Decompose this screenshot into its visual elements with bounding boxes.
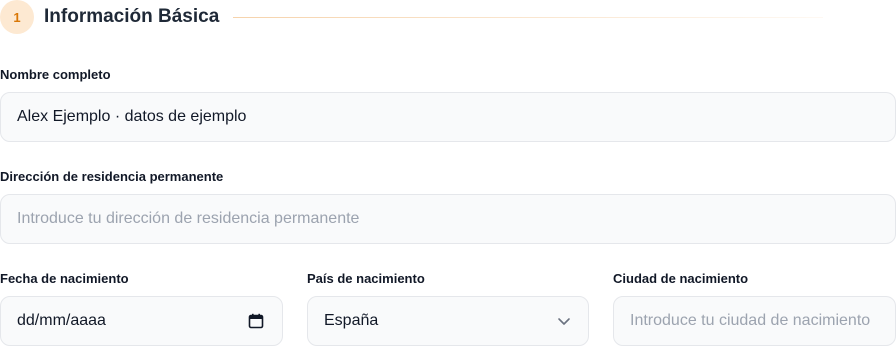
- birth-country-value: España: [324, 312, 379, 329]
- birth-date-placeholder: dd/mm/aaaa: [17, 312, 106, 329]
- section-divider: [233, 16, 824, 18]
- full-name-value: Alex Ejemplo · datos de ejemplo: [17, 108, 247, 125]
- birth-city-placeholder: Introduce tu ciudad de nacimiento: [630, 312, 871, 329]
- address-placeholder: Introduce tu dirección de residencia per…: [17, 210, 360, 227]
- full-name-input[interactable]: Alex Ejemplo · datos de ejemplo: [0, 92, 896, 142]
- birth-date-input[interactable]: dd/mm/aaaa: [0, 296, 283, 346]
- form-page: 1 Información Básica Nombre completo Ale…: [0, 0, 896, 348]
- birth-city-label: Ciudad de nacimiento: [613, 271, 749, 286]
- address-label: Dirección de residencia permanente: [0, 169, 224, 184]
- birth-country-select[interactable]: España: [307, 296, 589, 346]
- birth-country-label: País de nacimiento: [307, 271, 425, 286]
- section-title: Información Básica: [44, 6, 220, 27]
- section-header: 1 Información Básica: [0, 0, 896, 34]
- calendar-icon[interactable]: [248, 313, 264, 329]
- full-name-label: Nombre completo: [0, 67, 111, 82]
- step-badge: 1: [0, 0, 34, 34]
- address-input[interactable]: Introduce tu dirección de residencia per…: [0, 194, 896, 244]
- birth-city-input[interactable]: Introduce tu ciudad de nacimiento: [613, 296, 896, 346]
- birth-date-label: Fecha de nacimiento: [0, 271, 129, 286]
- chevron-down-icon: [556, 313, 572, 329]
